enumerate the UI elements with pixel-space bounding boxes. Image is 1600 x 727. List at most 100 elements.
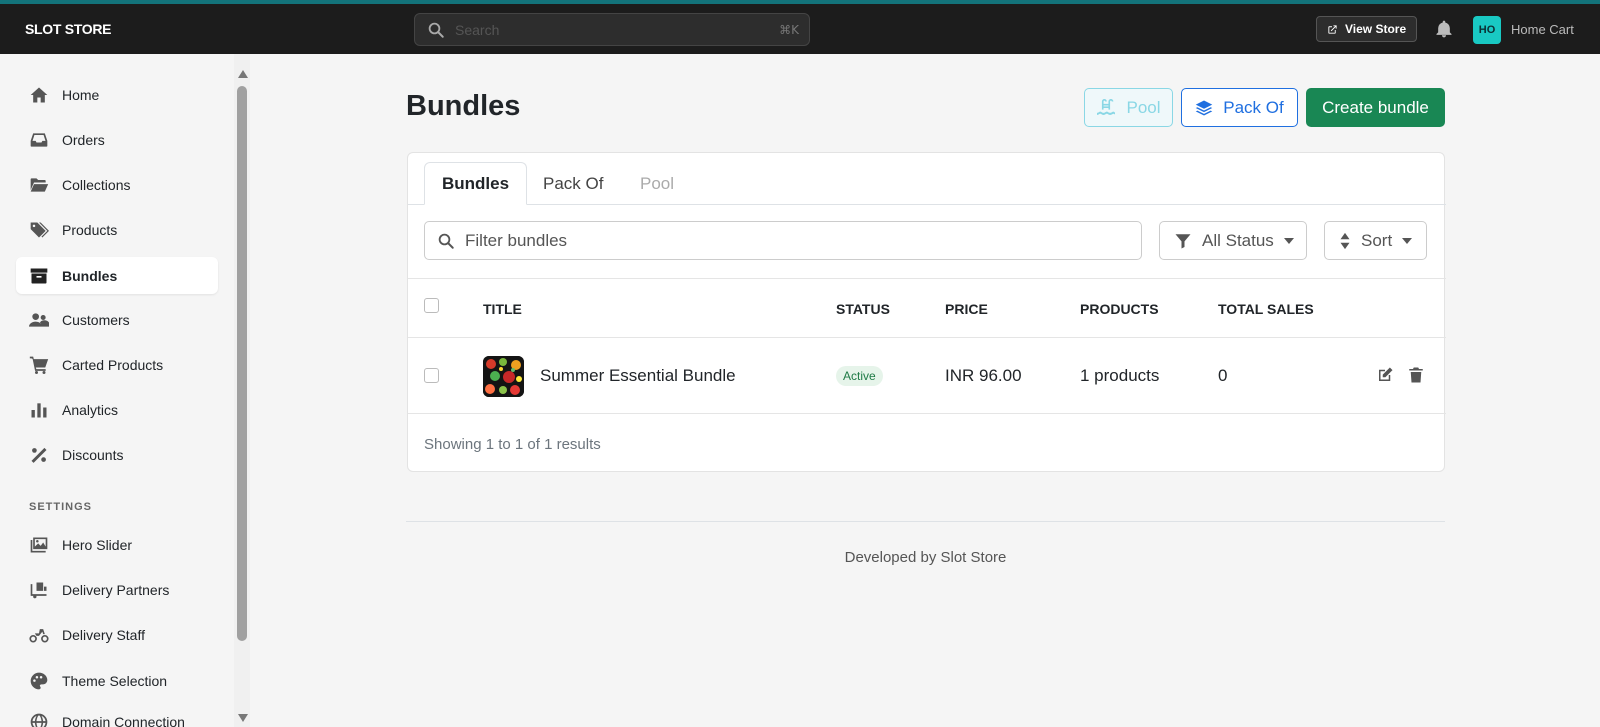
sidebar-item-theme-selection[interactable]: Theme Selection: [16, 662, 218, 699]
column-header-products[interactable]: PRODUCTS: [1080, 301, 1159, 317]
status-badge: Active: [836, 366, 883, 386]
sidebar-item-carted-products[interactable]: Carted Products: [16, 346, 218, 383]
sidebar-item-label: Products: [62, 221, 118, 238]
sidebar-item-label: Orders: [62, 131, 105, 148]
create-bundle-button[interactable]: Create bundle: [1306, 88, 1445, 127]
avatar[interactable]: HO: [1473, 16, 1501, 44]
cart-icon: [28, 354, 50, 376]
palette-icon: [28, 670, 50, 692]
sort-dropdown[interactable]: Sort: [1324, 221, 1427, 260]
sidebar-item-collections[interactable]: Collections: [16, 166, 218, 203]
top-navbar: SLOT STORE ⌘K View Store HO Home Cart: [0, 4, 1600, 54]
filter-bundles-field[interactable]: [424, 221, 1142, 260]
sidebar: Home Orders Collections Products Bundles…: [0, 54, 234, 727]
images-icon: [28, 534, 50, 556]
sidebar-item-products[interactable]: Products: [16, 211, 218, 248]
layers-icon: [1196, 100, 1213, 115]
bundle-price: INR 96.00: [945, 366, 1022, 385]
sidebar-item-label: Customers: [62, 311, 130, 328]
column-header-price[interactable]: PRICE: [945, 301, 988, 317]
status-filter-value: All Status: [1202, 230, 1274, 250]
settings-section-label: SETTINGS: [29, 501, 93, 513]
tags-icon: [28, 219, 50, 241]
page-title: Bundles: [406, 90, 521, 122]
select-all-checkbox[interactable]: [424, 298, 439, 313]
row-checkbox[interactable]: [424, 368, 439, 383]
global-search-input[interactable]: [455, 21, 780, 38]
filter-bundles-input[interactable]: [465, 230, 1141, 251]
scrollbar-thumb[interactable]: [237, 86, 247, 641]
tab-bar: Bundles Pack Of Pool: [408, 153, 1446, 205]
global-search[interactable]: ⌘K: [414, 13, 810, 46]
archive-box-icon: [28, 265, 50, 287]
external-link-icon: [1328, 24, 1337, 34]
pack-of-button[interactable]: Pack Of: [1181, 88, 1298, 127]
column-header-title[interactable]: TITLE: [483, 301, 522, 317]
sort-icon: [1340, 232, 1350, 249]
trash-icon[interactable]: [1407, 366, 1425, 384]
chevron-down-icon: [1283, 237, 1294, 244]
bundle-products-count: 1 products: [1080, 366, 1160, 385]
motorcycle-icon: [28, 624, 50, 646]
users-icon: [28, 309, 50, 331]
sidebar-item-label: Carted Products: [62, 356, 164, 373]
bundle-title[interactable]: Summer Essential Bundle: [540, 366, 736, 386]
truck-ramp-icon: [28, 579, 50, 601]
user-name[interactable]: Home Cart: [1511, 22, 1574, 37]
footer-credit: Developed by Slot Store: [844, 549, 1007, 566]
table-row[interactable]: Summer Essential Bundle Active INR 96.00…: [408, 338, 1446, 414]
sidebar-item-bundles[interactable]: Bundles: [16, 257, 218, 294]
sidebar-item-orders[interactable]: Orders: [16, 121, 218, 158]
column-header-status[interactable]: STATUS: [836, 301, 890, 317]
pack-of-button-label: Pack Of: [1223, 97, 1284, 117]
bundle-thumbnail-image: [483, 356, 524, 397]
sidebar-item-domain-connection[interactable]: Domain Connection: [16, 703, 218, 727]
search-icon: [428, 22, 444, 38]
sidebar-scrollbar[interactable]: [234, 54, 250, 727]
view-store-button[interactable]: View Store: [1316, 16, 1418, 42]
sidebar-item-label: Collections: [62, 176, 131, 193]
sidebar-item-home[interactable]: Home: [16, 76, 218, 113]
pool-button-label: Pool: [1126, 97, 1161, 117]
inbox-icon: [28, 129, 50, 151]
pool-button[interactable]: Pool: [1084, 88, 1173, 127]
tab-pack-of[interactable]: Pack Of: [526, 162, 620, 205]
percent-icon: [28, 444, 50, 466]
bar-chart-icon: [28, 399, 50, 421]
sidebar-item-label: Delivery Staff: [62, 626, 145, 643]
search-icon: [438, 233, 454, 249]
folder-open-icon: [28, 174, 50, 196]
brand-logo-text[interactable]: SLOT STORE: [25, 21, 112, 37]
sidebar-item-label: Delivery Partners: [62, 581, 170, 598]
sidebar-item-delivery-partners[interactable]: Delivery Partners: [16, 571, 218, 608]
sidebar-item-label: Home: [62, 86, 100, 103]
search-shortcut-hint: ⌘K: [779, 22, 799, 37]
home-icon: [28, 84, 50, 106]
sidebar-item-delivery-staff[interactable]: Delivery Staff: [16, 616, 218, 653]
bundle-total-sales: 0: [1218, 366, 1228, 385]
status-filter-dropdown[interactable]: All Status: [1159, 221, 1307, 260]
view-store-label: View Store: [1345, 22, 1407, 36]
chevron-down-icon: [1402, 237, 1413, 244]
footer-divider: [406, 521, 1445, 522]
globe-icon: [28, 711, 50, 727]
sidebar-item-analytics[interactable]: Analytics: [16, 391, 218, 428]
scroll-up-arrow-icon[interactable]: [238, 70, 248, 78]
swimming-pool-icon: [1097, 98, 1116, 115]
sidebar-item-discounts[interactable]: Discounts: [16, 436, 218, 473]
edit-icon[interactable]: [1376, 366, 1394, 384]
sidebar-item-hero-slider[interactable]: Hero Slider: [16, 526, 218, 563]
tab-pool[interactable]: Pool: [623, 162, 691, 205]
sidebar-item-customers[interactable]: Customers: [16, 301, 218, 338]
bundles-card: Bundles Pack Of Pool All Status Sort TIT…: [407, 152, 1446, 472]
sidebar-item-label: Theme Selection: [62, 672, 168, 689]
sidebar-item-label: Hero Slider: [62, 536, 133, 553]
filter-funnel-icon: [1175, 233, 1191, 248]
bell-icon[interactable]: [1434, 19, 1454, 39]
sidebar-item-label: Domain Connection: [62, 713, 185, 727]
sidebar-item-label: Bundles: [62, 267, 118, 284]
results-summary: Showing 1 to 1 of 1 results: [424, 436, 601, 453]
column-header-total-sales[interactable]: TOTAL SALES: [1218, 301, 1314, 317]
tab-bundles[interactable]: Bundles: [424, 162, 528, 205]
scroll-down-arrow-icon[interactable]: [238, 714, 248, 722]
